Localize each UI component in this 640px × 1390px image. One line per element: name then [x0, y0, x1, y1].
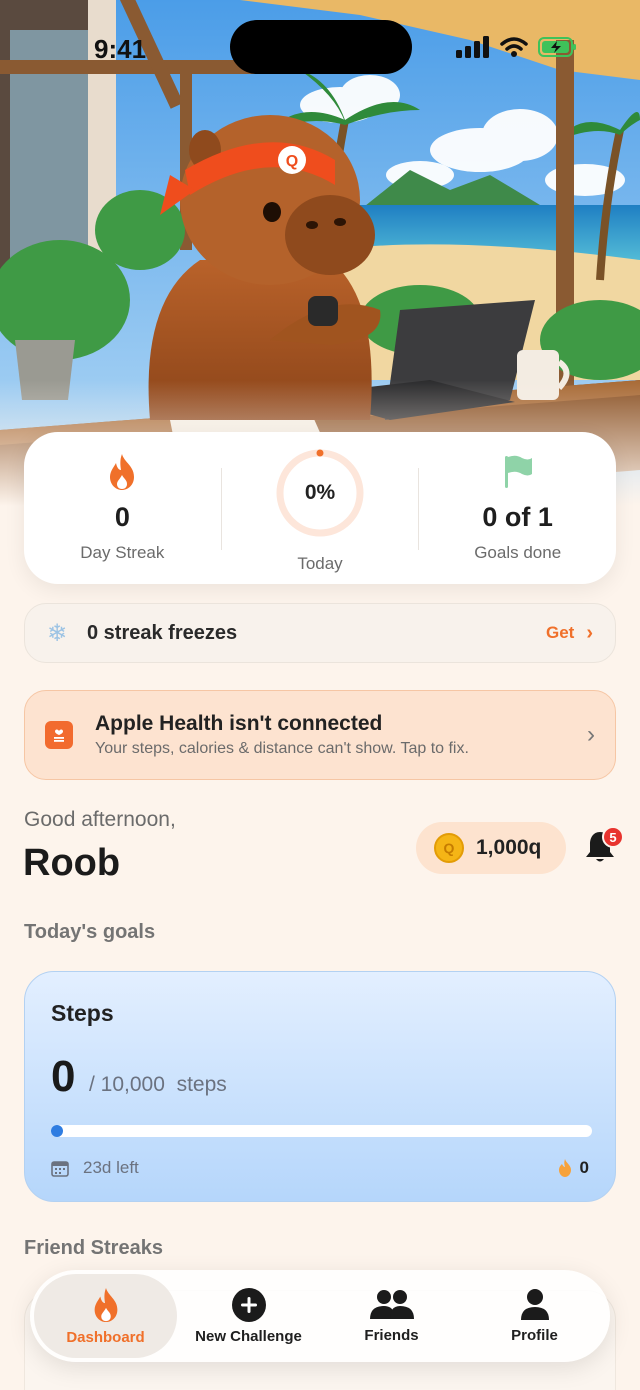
notification-badge: 5 [602, 826, 624, 848]
goals-done-stat[interactable]: 0 of 1 Goals done [419, 432, 616, 584]
snowflake-icon: ❄ [47, 619, 68, 647]
tab-friends[interactable]: Friends [320, 1274, 463, 1358]
coin-icon: Q [434, 833, 464, 863]
goal-streak: 0 [558, 1158, 589, 1178]
streak-freeze-count: 0 streak freezes [87, 621, 238, 644]
coin-balance-value: 1,000q [476, 836, 542, 859]
chevron-right-icon: › [586, 621, 593, 644]
flame-icon [94, 1287, 117, 1322]
goal-target: / 10,000 steps [89, 1073, 227, 1096]
streak-freeze-row[interactable]: ❄ 0 streak freezes Get › [24, 603, 616, 663]
cellular-signal-icon [456, 36, 489, 58]
apple-health-banner[interactable]: Apple Health isn't connected Your steps,… [24, 690, 616, 780]
today-percent: 0% [304, 481, 336, 504]
dynamic-island [230, 20, 412, 74]
tab-dashboard[interactable]: Dashboard [34, 1274, 177, 1358]
status-time: 9:41 [94, 34, 147, 64]
days-left-label: 23d left [83, 1158, 139, 1177]
greeting-text: Good afternoon, [24, 808, 176, 831]
battery-icon [538, 37, 576, 57]
goal-progress-bar [51, 1125, 592, 1137]
today-progress-ring: 0% [275, 448, 365, 538]
flag-icon [502, 452, 534, 492]
goals-done-label: Goals done [474, 543, 562, 562]
tab-profile[interactable]: Profile [463, 1274, 606, 1358]
todays-goals-heading: Today's goals [24, 921, 156, 943]
svg-text:Q: Q [286, 153, 298, 170]
day-streak-stat[interactable]: 0 Day Streak [24, 432, 221, 584]
today-label: Today [297, 554, 343, 573]
goal-current-value: 0 [51, 1052, 76, 1101]
wifi-icon [500, 37, 528, 57]
goal-progress-fill [51, 1125, 63, 1137]
streak-value: 0 [114, 502, 130, 532]
flame-icon [107, 452, 137, 492]
person-icon [520, 1288, 549, 1320]
health-banner-title: Apple Health isn't connected [95, 712, 383, 735]
goal-name: Steps [51, 1000, 114, 1026]
tab-label: Dashboard [66, 1328, 145, 1346]
status-bar: 9:41 [0, 0, 640, 96]
friends-icon [369, 1289, 414, 1319]
get-freezes-button[interactable]: Get [546, 623, 574, 643]
tab-label: Friends [364, 1326, 419, 1344]
tab-label: Profile [511, 1326, 558, 1344]
plus-circle-icon [231, 1287, 266, 1322]
health-banner-subtitle: Your steps, calories & distance can't sh… [95, 740, 469, 757]
streak-label: Day Streak [80, 543, 165, 562]
status-icons [456, 36, 578, 58]
coin-balance[interactable]: Q 1,000q [416, 822, 566, 874]
today-progress-stat[interactable]: 0% Today [222, 432, 419, 584]
health-banner-text: Apple Health isn't connected Your steps,… [95, 712, 587, 758]
health-app-icon [45, 721, 73, 749]
tab-new-challenge[interactable]: New Challenge [177, 1274, 320, 1358]
goal-days-left: 23d left [51, 1158, 139, 1178]
tab-label: New Challenge [195, 1327, 302, 1345]
steps-goal-card[interactable]: Steps 0 / 10,000 steps 23d left 0 [24, 971, 616, 1202]
friend-streaks-heading: Friend Streaks [24, 1237, 163, 1259]
goal-streak-value: 0 [579, 1158, 589, 1177]
flame-icon [558, 1159, 571, 1177]
goals-done-value: 0 of 1 [482, 502, 553, 532]
chevron-right-icon: › [587, 721, 595, 748]
calendar-icon [51, 1161, 69, 1177]
stats-card: 0 Day Streak 0% Today 0 of 1 Goals done [24, 432, 616, 584]
bottom-tab-bar: Dashboard New Challenge Friends Profile [30, 1270, 610, 1362]
user-name: Roob [23, 842, 121, 884]
